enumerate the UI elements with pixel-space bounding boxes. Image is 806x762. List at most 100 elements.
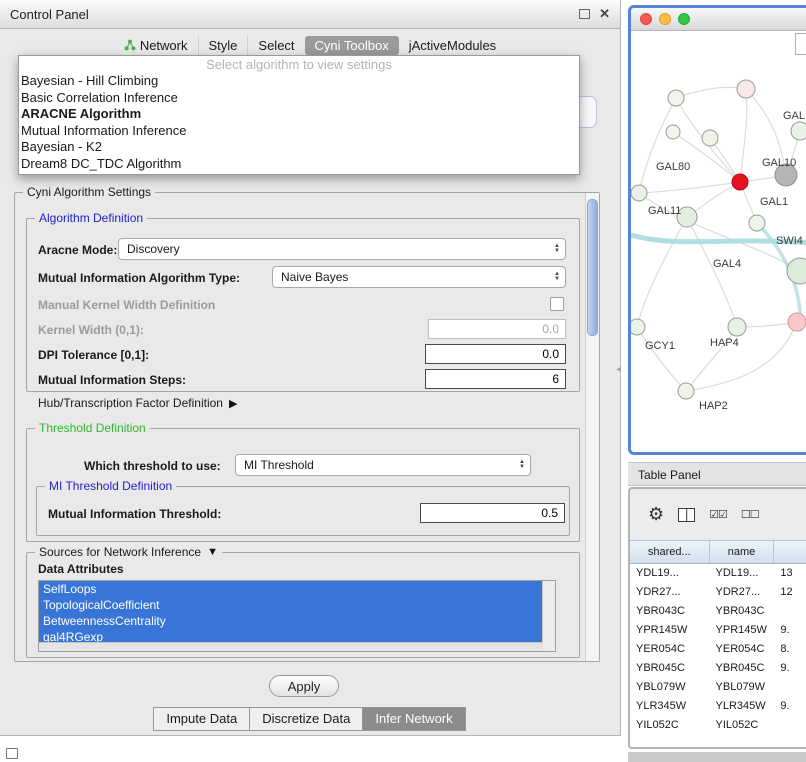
settings-scrollbar[interactable] <box>585 193 599 661</box>
table-cell[interactable]: 9. <box>774 621 806 640</box>
aracne-mode-select[interactable]: Discovery ▲▼ <box>118 238 566 260</box>
gear-icon[interactable]: ⚙ <box>648 504 664 525</box>
table-cell[interactable]: 12 <box>774 583 806 602</box>
float-icon[interactable] <box>579 9 590 19</box>
algorithm-option-mutual-information-inference[interactable]: Mutual Information Inference <box>19 123 579 140</box>
deselect-all-icon[interactable]: ☐☐ <box>741 508 759 521</box>
table-row[interactable]: YDR27...YDR27...12 <box>630 583 806 602</box>
list-vertical-scrollbar[interactable] <box>542 581 555 651</box>
canvas-scrollbar-corner[interactable] <box>795 33 806 55</box>
attribute-item-topologicalcoefficient[interactable]: TopologicalCoefficient <box>39 597 542 613</box>
chevron-updown-icon: ▲▼ <box>554 244 560 254</box>
network-node[interactable] <box>737 80 755 98</box>
network-node[interactable] <box>702 130 718 146</box>
table-cell[interactable]: 8. <box>774 640 806 659</box>
table-column-header-2[interactable] <box>774 541 806 563</box>
table-cell[interactable]: YBR043C <box>710 602 775 621</box>
network-node[interactable] <box>732 174 748 190</box>
node-label-gal: GAL <box>783 110 805 122</box>
table-cell[interactable] <box>774 716 806 735</box>
network-node[interactable] <box>631 185 647 201</box>
close-icon[interactable]: ✕ <box>599 8 610 20</box>
which-threshold-select[interactable]: MI Threshold ▲▼ <box>235 454 531 476</box>
table-row[interactable]: YLR345WYLR345W9. <box>630 697 806 716</box>
minimize-traffic-light[interactable] <box>659 13 671 25</box>
table-cell[interactable]: YBR043C <box>630 602 710 621</box>
hub-section-toggle[interactable]: Hub/Transcription Factor Definition ▶ <box>38 396 237 410</box>
network-node[interactable] <box>788 313 806 331</box>
table-row[interactable]: YPR145WYPR145W9. <box>630 621 806 640</box>
network-node[interactable] <box>787 258 806 284</box>
algorithm-placeholder: Select algorithm to view settings <box>19 56 579 73</box>
splitter-arrow-icon[interactable]: ◂ <box>616 364 621 375</box>
columns-icon[interactable] <box>678 508 695 522</box>
close-traffic-light[interactable] <box>640 13 652 25</box>
network-node[interactable] <box>791 122 806 140</box>
tab-select[interactable]: Select <box>247 36 304 55</box>
table-row[interactable]: YBR045CYBR045C9. <box>630 659 806 678</box>
table-cell[interactable]: YER054C <box>630 640 710 659</box>
table-cell[interactable]: YDL19... <box>630 564 710 583</box>
tab-network[interactable]: Network <box>114 36 198 55</box>
table-column-header-shared[interactable]: shared... <box>630 541 710 563</box>
settings-scrollbar-thumb[interactable] <box>587 199 598 336</box>
table-cell[interactable]: YLR345W <box>630 697 710 716</box>
table-cell[interactable]: YBR045C <box>710 659 775 678</box>
table-row[interactable]: YBL079WYBL079W <box>630 678 806 697</box>
table-cell[interactable]: YPR145W <box>710 621 775 640</box>
bottom-tab-discretize-data[interactable]: Discretize Data <box>249 707 363 731</box>
table-cell[interactable]: YBL079W <box>710 678 775 697</box>
zoom-traffic-light[interactable] <box>678 13 690 25</box>
network-node[interactable] <box>749 215 765 231</box>
sources-title-row[interactable]: Sources for Network Inference ▼ <box>35 545 222 559</box>
algorithm-option-bayesian-k2[interactable]: Bayesian - K2 <box>19 139 579 156</box>
bottom-tab-impute-data[interactable]: Impute Data <box>153 707 250 731</box>
network-canvas[interactable]: GALGAL80GAL10GAL11GAL1SWI4GAL4GCY1HAP4HA… <box>631 31 806 449</box>
mi-type-select[interactable]: Naive Bayes ▲▼ <box>272 266 566 288</box>
table-cell[interactable]: 9. <box>774 697 806 716</box>
table-cell[interactable]: YER054C <box>710 640 775 659</box>
table-cell[interactable]: YLR345W <box>710 697 775 716</box>
table-cell[interactable] <box>774 602 806 621</box>
apply-button[interactable]: Apply <box>269 675 339 697</box>
table-cell[interactable]: YIL052C <box>630 716 710 735</box>
algorithm-option-aracne-algorithm[interactable]: ARACNE Algorithm <box>19 106 579 123</box>
manual-kernel-checkbox[interactable] <box>550 297 564 311</box>
attribute-item-betweennesscentrality[interactable]: BetweennessCentrality <box>39 613 542 629</box>
table-column-header-name[interactable]: name <box>710 541 775 563</box>
table-cell[interactable]: YBL079W <box>630 678 710 697</box>
collapsed-panel-icon[interactable] <box>6 748 18 759</box>
table-cell[interactable]: YDR27... <box>630 583 710 602</box>
network-node[interactable] <box>668 90 684 106</box>
algorithm-option-basic-correlation-inference[interactable]: Basic Correlation Inference <box>19 90 579 107</box>
table-row[interactable]: YDL19...YDL19...13 <box>630 564 806 583</box>
algorithm-option-bayesian-hill-climbing[interactable]: Bayesian - Hill Climbing <box>19 73 579 90</box>
table-cell[interactable]: YBR045C <box>630 659 710 678</box>
table-row[interactable]: YER054CYER054C8. <box>630 640 806 659</box>
mi-steps-input[interactable] <box>425 369 566 389</box>
tab-cyni-toolbox[interactable]: Cyni Toolbox <box>305 36 399 55</box>
network-node[interactable] <box>678 383 694 399</box>
aracne-mode-label: Aracne Mode: <box>38 242 117 258</box>
bottom-tab-infer-network[interactable]: Infer Network <box>362 707 465 731</box>
table-cell[interactable] <box>774 678 806 697</box>
network-node[interactable] <box>728 318 746 336</box>
network-node[interactable] <box>666 125 680 139</box>
dpi-tolerance-input[interactable] <box>425 344 566 364</box>
select-all-icon[interactable]: ☑☑ <box>709 508 727 521</box>
table-cell[interactable]: 13 <box>774 564 806 583</box>
tab-jactivemodules[interactable]: jActiveModules <box>399 36 506 55</box>
table-cell[interactable]: YPR145W <box>630 621 710 640</box>
attribute-item-selfloops[interactable]: SelfLoops <box>39 581 542 597</box>
network-node[interactable] <box>631 319 645 335</box>
mi-threshold-input[interactable] <box>420 503 565 523</box>
table-cell[interactable]: YDR27... <box>710 583 775 602</box>
table-row[interactable]: YBR043CYBR043C <box>630 602 806 621</box>
table-cell[interactable]: YDL19... <box>710 564 775 583</box>
list-horizontal-scrollbar[interactable] <box>39 642 543 651</box>
algorithm-option-dream8-dc-tdc-algorithm[interactable]: Dream8 DC_TDC Algorithm <box>19 156 579 173</box>
table-cell[interactable]: 9. <box>774 659 806 678</box>
tab-style[interactable]: Style <box>198 36 248 55</box>
table-row[interactable]: YIL052CYIL052C <box>630 716 806 735</box>
table-cell[interactable]: YIL052C <box>710 716 775 735</box>
